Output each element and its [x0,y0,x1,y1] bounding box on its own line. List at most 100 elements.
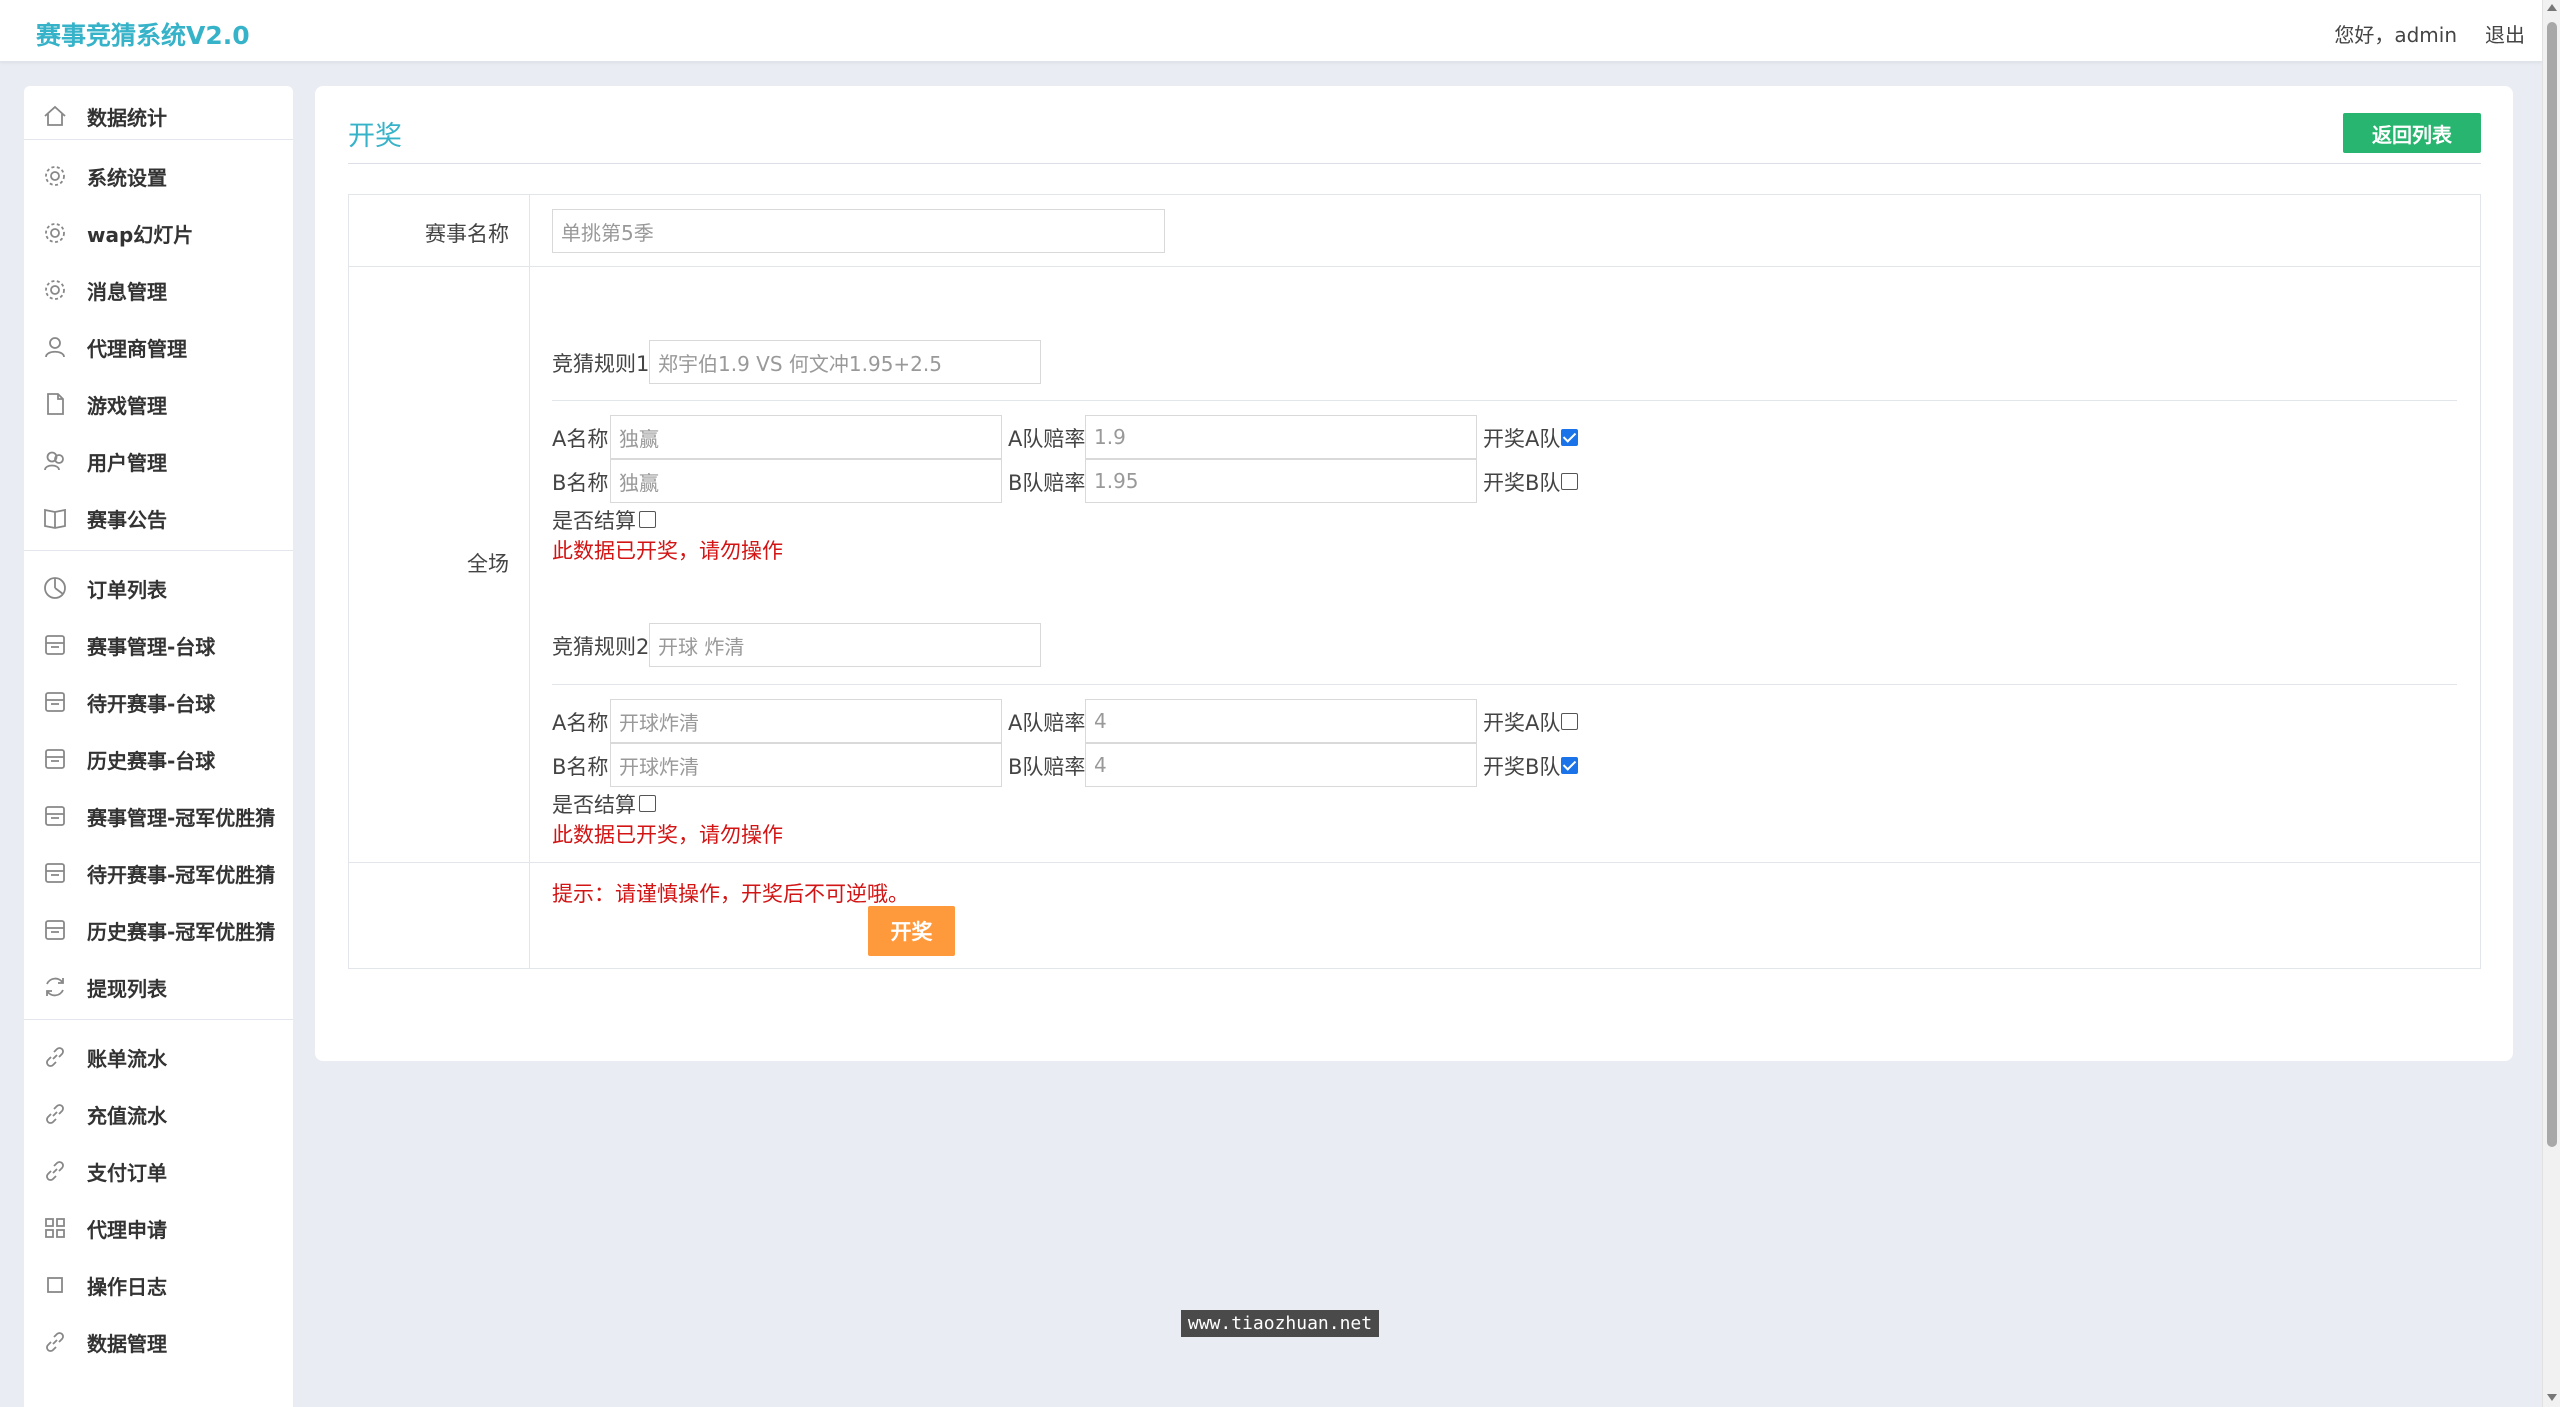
sidebar-item-agents[interactable]: 代理商管理 [24,317,293,374]
draw-lottery-button[interactable]: 开奖 [868,906,955,956]
sidebar-item-label: 赛事公告 [87,508,167,532]
user-icon [45,337,65,358]
rule-1-warning: 此数据已开奖，请勿操作 [552,539,783,563]
sidebar-item-label: 待开赛事-冠军优胜猜 [87,863,276,887]
back-to-list-button[interactable]: 返回列表 [2343,113,2481,153]
rule-1-a-odds-label: A队赔率 [1008,427,1086,451]
title-divider [348,163,2481,164]
sidebar: 数据统计 系统设置 wap幻灯片 消息管理 代理商管理 游戏管理 用户管理 赛事… [24,86,293,1407]
sidebar-divider [24,1019,293,1020]
event-name-label: 赛事名称 [425,222,509,246]
sidebar-item-agent-applications[interactable]: 代理申请 [24,1198,293,1255]
page-scrollbar[interactable] [2542,0,2560,1407]
scroll-up-arrow-icon[interactable] [2547,4,2557,11]
sidebar-item-label: 提现列表 [87,977,167,1001]
rule-2-warning: 此数据已开奖，请勿操作 [552,823,783,847]
sidebar-item-data-stats[interactable]: 数据统计 [24,86,293,143]
user-greeting: 您好，admin [2334,23,2457,47]
pie-icon [44,577,66,599]
rule-1-open-a-checkbox[interactable] [1561,429,1578,446]
rule-1-settle-checkbox[interactable] [639,511,656,528]
sidebar-item-label: 支付订单 [87,1161,167,1185]
watermark: www.tiaozhuan.net [1181,1310,1379,1337]
inbox-icon [45,806,65,826]
sidebar-item-label: 操作日志 [87,1275,167,1299]
caution-tip: 提示：请谨慎操作，开奖后不可逆哦。 [552,882,909,906]
rule-1-b-name-label: B名称 [552,471,609,495]
sidebar-item-billiards-manage[interactable]: 赛事管理-台球 [24,615,293,672]
form-row-divider [349,266,2480,267]
sidebar-item-announcements[interactable]: 赛事公告 [24,488,293,545]
grid-icon [45,1218,65,1238]
sidebar-item-games[interactable]: 游戏管理 [24,374,293,431]
rule-2-b-name-input[interactable] [610,743,1002,787]
sidebar-item-champion-history[interactable]: 历史赛事-冠军优胜猜 [24,900,293,957]
sidebar-item-system-settings[interactable]: 系统设置 [24,146,293,203]
sidebar-item-champion-manage[interactable]: 赛事管理-冠军优胜猜 [24,786,293,843]
sidebar-item-users[interactable]: 用户管理 [24,431,293,488]
sidebar-item-orders[interactable]: 订单列表 [24,558,293,615]
sidebar-item-recharges[interactable]: 充值流水 [24,1084,293,1141]
sidebar-item-label: 充值流水 [87,1104,167,1128]
sidebar-item-label: 历史赛事-冠军优胜猜 [87,920,276,944]
refresh-icon [46,977,64,997]
sidebar-item-wap-slides[interactable]: wap幻灯片 [24,203,293,260]
rule-2-a-name-input[interactable] [610,699,1002,743]
rule-2-input[interactable] [649,623,1041,667]
rule-1-b-odds-input[interactable] [1085,459,1477,503]
gear-icon [45,280,65,300]
sidebar-item-billiards-history[interactable]: 历史赛事-台球 [24,729,293,786]
logout-link[interactable]: 退出 [2485,19,2525,48]
top-bar: 赛事竞猜系统V2.0 您好，admin 退出 [0,0,2542,62]
rule-2-b-name-label: B名称 [552,755,609,779]
event-name-input[interactable] [552,209,1165,253]
rule-1-label: 竞猜规则1 [552,352,650,376]
sidebar-item-label: 待开赛事-台球 [87,692,216,716]
sidebar-item-label: 数据管理 [87,1332,167,1356]
sidebar-item-billiards-pending[interactable]: 待开赛事-台球 [24,672,293,729]
scrollbar-thumb[interactable] [2547,22,2557,1147]
form-column-divider [529,195,530,968]
sidebar-item-withdrawals[interactable]: 提现列表 [24,957,293,1014]
rule-1-b-name-input[interactable] [610,459,1002,503]
users-icon [44,451,64,471]
rule-1-input[interactable] [649,340,1041,384]
rule-2-divider [552,684,2457,685]
sidebar-item-bills[interactable]: 账单流水 [24,1027,293,1084]
sidebar-item-label: 订单列表 [87,578,167,602]
rule-1-a-name-input[interactable] [610,415,1002,459]
sidebar-item-champion-pending[interactable]: 待开赛事-冠军优胜猜 [24,843,293,900]
rule-2-open-a-checkbox[interactable] [1561,713,1578,730]
sidebar-item-data-management[interactable]: 数据管理 [24,1312,293,1369]
rule-1-b-odds-label: B队赔率 [1008,471,1086,495]
link-icon [46,1332,64,1352]
sidebar-item-label: wap幻灯片 [87,223,194,247]
brand-title: 赛事竞猜系统V2.0 [36,21,250,50]
rule-1-settle-label: 是否结算 [552,509,636,533]
rule-1-open-b-checkbox[interactable] [1561,473,1578,490]
page-title: 开奖 [348,121,402,152]
file-icon [47,393,64,415]
gear-icon [45,223,65,243]
rule-2-label: 竞猜规则2 [552,635,650,659]
inbox-icon [45,635,65,655]
sidebar-item-operation-logs[interactable]: 操作日志 [24,1255,293,1312]
rule-2-b-odds-input[interactable] [1085,743,1477,787]
inbox-icon [45,863,65,883]
rule-1-a-odds-input[interactable] [1085,415,1477,459]
sidebar-item-label: 历史赛事-台球 [87,749,216,773]
rule-2-a-odds-input[interactable] [1085,699,1477,743]
gear-icon [45,166,65,186]
square-icon [47,1277,63,1293]
rule-2-a-odds-label: A队赔率 [1008,711,1086,735]
scroll-down-arrow-icon[interactable] [2547,1394,2557,1401]
sidebar-item-messages[interactable]: 消息管理 [24,260,293,317]
rule-2-settle-checkbox[interactable] [639,795,656,812]
rule-2-open-b-checkbox[interactable] [1561,757,1578,774]
sidebar-item-label: 赛事管理-冠军优胜猜 [87,806,276,830]
inbox-icon [45,920,65,940]
rule-2-a-name-label: A名称 [552,711,609,735]
sidebar-item-payments[interactable]: 支付订单 [24,1141,293,1198]
main-panel: 开奖 返回列表 赛事名称 全场 竞猜规则1 A名称 A队赔率 开奖A队 B名称 … [315,86,2513,1061]
sidebar-divider [24,550,293,551]
